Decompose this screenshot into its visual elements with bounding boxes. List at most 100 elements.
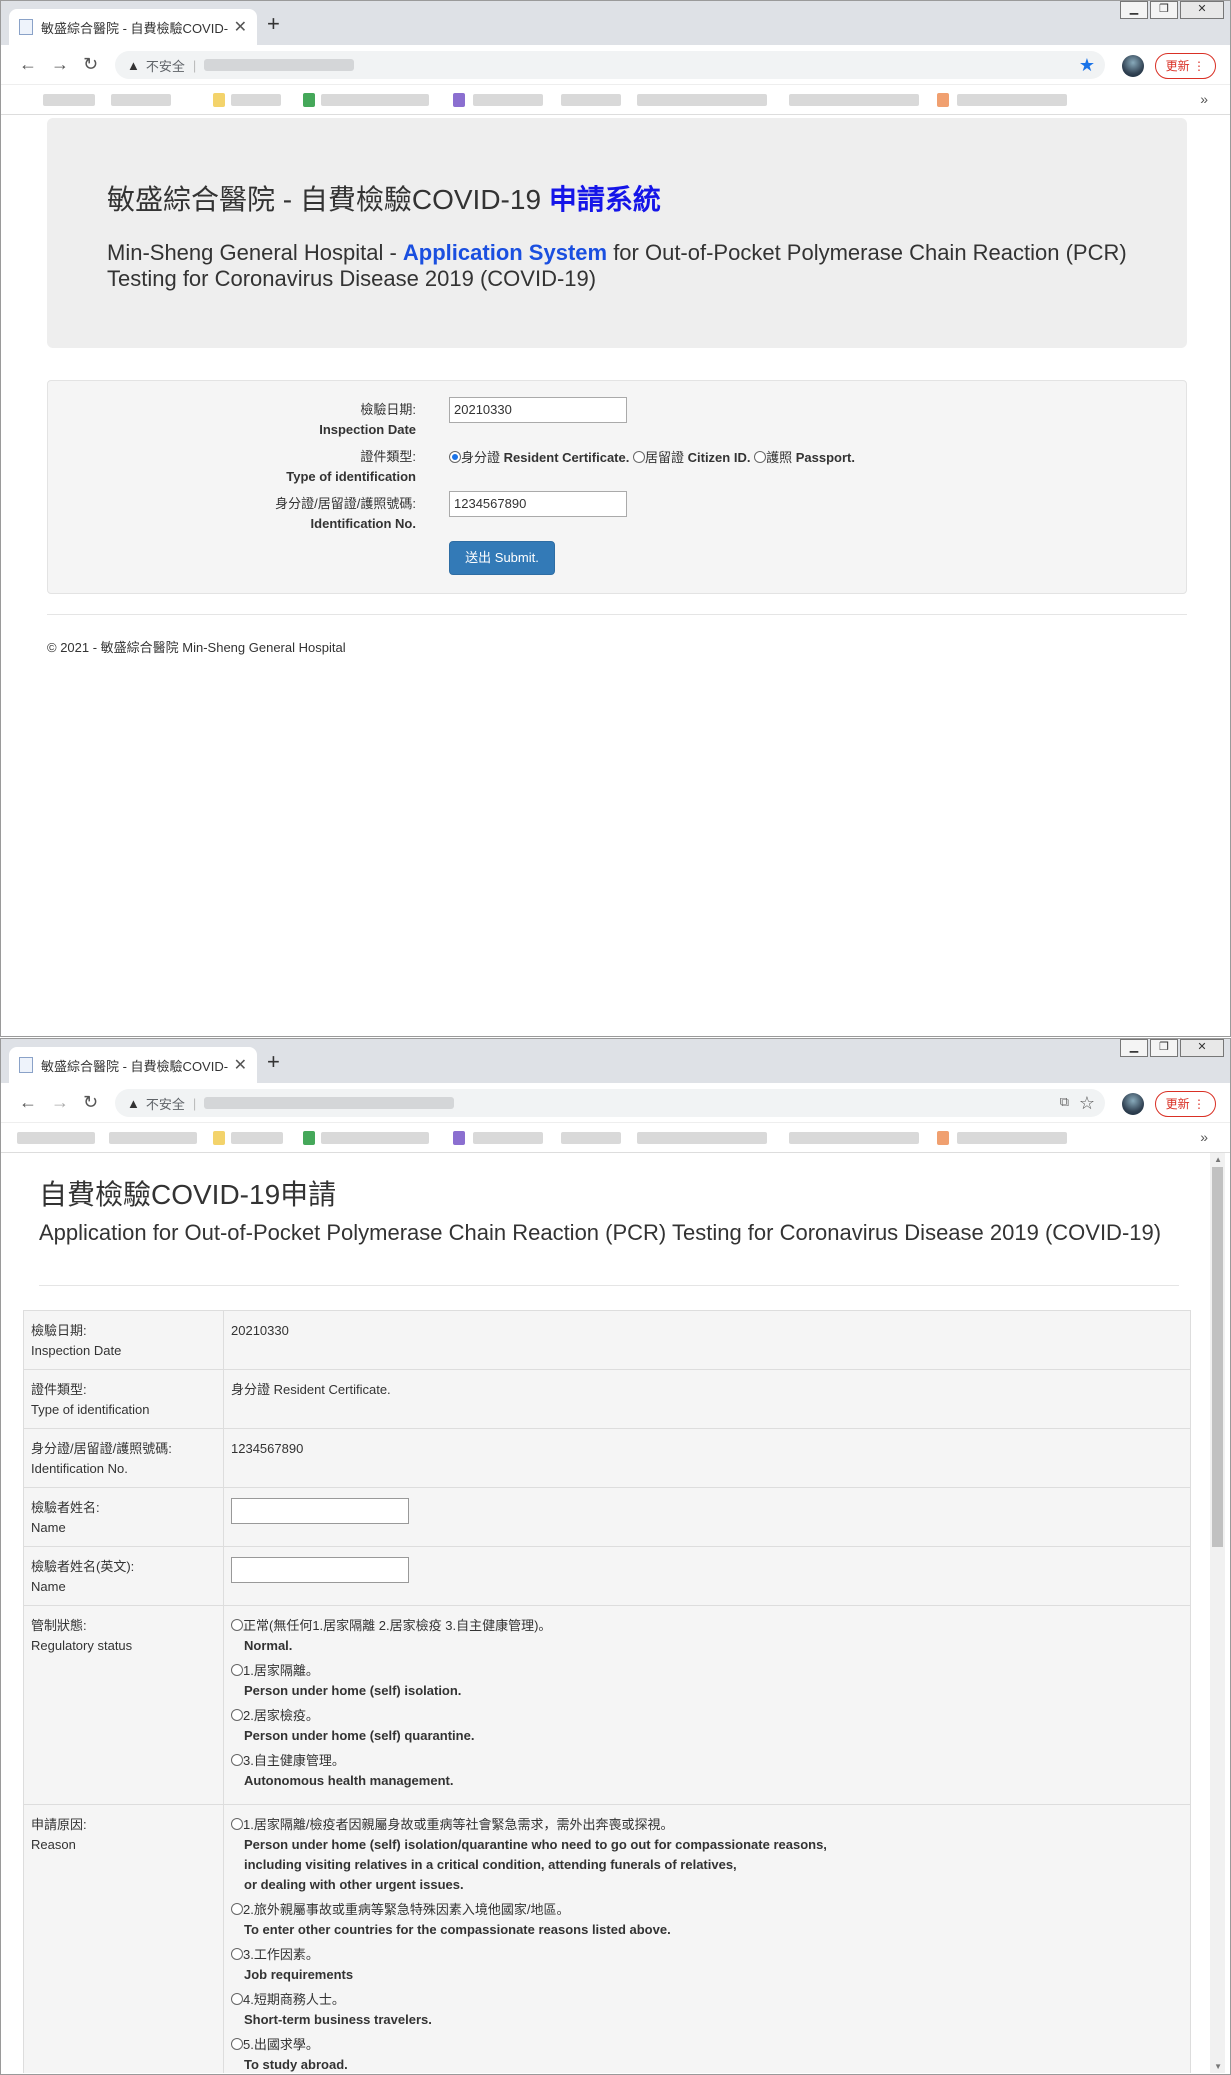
footer: © 2021 - 敏盛綜合醫院 Min-Sheng General Hospit… — [47, 640, 346, 655]
minimize-icon[interactable]: ▁ — [1120, 1039, 1148, 1057]
bookmarks-bar: » — [1, 1123, 1230, 1153]
option-zh: 2.居家檢疫。 — [243, 1708, 319, 1723]
bookmark-item[interactable] — [321, 1132, 429, 1144]
browser-tab[interactable]: 敏盛綜合醫院 - 自費檢驗COVID- ✕ — [9, 1047, 257, 1083]
bookmark-item[interactable] — [473, 94, 543, 106]
bookmark-item[interactable] — [109, 1132, 197, 1144]
close-tab-icon[interactable]: ✕ — [234, 17, 247, 37]
close-window-icon[interactable]: ✕ — [1180, 1, 1224, 19]
vertical-scrollbar[interactable]: ▲ ▼ — [1210, 1153, 1225, 2073]
name-en-label-en: Name — [31, 1579, 66, 1594]
idno-input[interactable]: 1234567890 — [449, 491, 627, 517]
radio-reason-5[interactable] — [231, 2038, 243, 2050]
date-input[interactable]: 20210330 — [449, 397, 627, 423]
row-label: 證件類型: Type of identification — [23, 1369, 224, 1429]
address-separator: | — [192, 1095, 197, 1111]
window-controls: ▁ ❐ ✕ — [1118, 1039, 1224, 1057]
radio-citizen[interactable] — [632, 451, 645, 463]
bookmark-item[interactable] — [43, 94, 95, 106]
bookmark-item[interactable] — [111, 94, 171, 106]
regulatory-option: 正常(無任何1.居家隔離 2.居家檢疫 3.自主健康管理)。 Normal. — [231, 1616, 1184, 1656]
reload-icon[interactable]: ↻ — [83, 53, 98, 75]
address-bar[interactable]: ▲ 不安全 | ⧉ ☆ — [115, 1089, 1105, 1117]
security-label: 不安全 — [145, 1096, 185, 1112]
radio-passport[interactable] — [754, 451, 767, 463]
reason-option: 5.出國求學。 To study abroad. — [231, 2035, 1184, 2073]
reason-option: 1.居家隔離/檢疫者因親屬身故或重病等社會緊急需求，需外出奔喪或探視。 Perso… — [231, 1815, 1184, 1895]
radio-isolation[interactable] — [231, 1664, 243, 1676]
page-content: 自費檢驗COVID-19申請 Application for Out-of-Po… — [6, 1153, 1225, 2073]
radio-normal[interactable] — [231, 1619, 243, 1631]
radio-reason-4[interactable] — [231, 1993, 243, 2005]
maximize-icon[interactable]: ❐ — [1150, 1039, 1178, 1057]
date-label-zh: 檢驗日期: — [360, 402, 416, 417]
scroll-down-icon[interactable]: ▼ — [1214, 2062, 1222, 2071]
bookmark-item[interactable] — [473, 1132, 543, 1144]
address-bar[interactable]: ▲ 不安全 | ★ — [115, 51, 1105, 79]
forward-icon[interactable]: → — [51, 53, 69, 75]
profile-avatar[interactable] — [1122, 1093, 1144, 1115]
bookmark-item[interactable] — [231, 94, 281, 106]
browser-toolbar: ← → ↻ ▲ 不安全 | ⧉ ☆ 更新 ⋮ — [1, 1083, 1230, 1123]
bookmark-item[interactable] — [561, 1132, 621, 1144]
idtype-radio-group: 身分證 Resident Certificate. 居留證 Citizen ID… — [449, 447, 855, 466]
bookmark-item[interactable] — [789, 94, 919, 106]
radio-reason-3[interactable] — [231, 1948, 243, 1960]
table-row: 管制狀態: Regulatory status 正常(無任何1.居家隔離 2.居家… — [23, 1605, 1191, 1805]
divider — [47, 614, 1187, 615]
more-bookmarks-icon[interactable]: » — [1200, 91, 1208, 107]
back-icon[interactable]: ← — [19, 53, 37, 75]
bookmark-item[interactable] — [957, 1132, 1067, 1144]
name-en-label-zh: 檢驗者姓名(英文): — [31, 1559, 135, 1574]
browser-tab[interactable]: 敏盛綜合醫院 - 自費檢驗COVID- ✕ — [9, 9, 257, 45]
opt-resident-en: Resident Certificate. — [503, 450, 630, 465]
radio-reason-2[interactable] — [231, 1903, 243, 1915]
bookmark-item[interactable] — [789, 1132, 919, 1144]
folder-icon — [213, 1131, 225, 1145]
reload-icon[interactable]: ↻ — [83, 1091, 98, 1113]
page-favicon-icon — [19, 19, 33, 35]
scroll-up-icon[interactable]: ▲ — [1214, 1155, 1222, 1164]
warning-icon: ▲ — [127, 1095, 140, 1111]
bookmark-star-icon[interactable]: ☆ — [1079, 1093, 1095, 1114]
close-window-icon[interactable]: ✕ — [1180, 1039, 1224, 1057]
submit-button[interactable]: 送出 Submit. — [449, 541, 555, 575]
new-tab-icon[interactable]: + — [267, 1051, 280, 1073]
minimize-icon[interactable]: ▁ — [1120, 1, 1148, 19]
bookmark-item[interactable] — [561, 94, 621, 106]
option-en-line: Person under home (self) isolation/quara… — [244, 1837, 827, 1852]
sheet-icon — [303, 1131, 315, 1145]
bookmark-item[interactable] — [321, 94, 429, 106]
regulatory-option: 3.自主健康管理。 Autonomous health management. — [231, 1751, 1184, 1791]
name-en-input[interactable] — [231, 1557, 409, 1583]
radio-resident[interactable] — [449, 451, 461, 463]
date-value: 20210330 — [223, 1310, 1191, 1370]
table-row: 檢驗者姓名(英文): Name — [23, 1546, 1191, 1606]
back-icon[interactable]: ← — [19, 1091, 37, 1113]
maximize-icon[interactable]: ❐ — [1150, 1, 1178, 19]
bookmark-star-icon[interactable]: ★ — [1079, 55, 1095, 76]
forward-icon[interactable]: → — [51, 1091, 69, 1113]
more-bookmarks-icon[interactable]: » — [1200, 1129, 1208, 1145]
bookmark-item[interactable] — [957, 94, 1067, 106]
bookmark-item[interactable] — [637, 94, 767, 106]
name-input[interactable] — [231, 1498, 409, 1524]
table-row: 身分證/居留證/護照號碼: Identification No. 12345678… — [23, 1428, 1191, 1488]
close-tab-icon[interactable]: ✕ — [234, 1055, 247, 1075]
table-row: 檢驗者姓名: Name — [23, 1487, 1191, 1547]
bookmark-icon — [937, 93, 949, 107]
bookmark-item[interactable] — [637, 1132, 767, 1144]
translate-icon[interactable]: ⧉ — [1060, 1094, 1069, 1110]
update-button[interactable]: 更新 ⋮ — [1154, 53, 1216, 79]
bookmark-item[interactable] — [17, 1132, 95, 1144]
new-tab-icon[interactable]: + — [267, 13, 280, 35]
bookmark-item[interactable] — [231, 1132, 283, 1144]
radio-quarantine[interactable] — [231, 1709, 243, 1721]
radio-health-management[interactable] — [231, 1754, 243, 1766]
scrollbar-thumb[interactable] — [1212, 1167, 1223, 1547]
title-highlight: 申請系統 — [548, 184, 661, 215]
radio-reason-1[interactable] — [231, 1818, 243, 1830]
option-en: Normal. — [244, 1638, 293, 1653]
profile-avatar[interactable] — [1122, 55, 1144, 77]
update-button[interactable]: 更新 ⋮ — [1154, 1091, 1216, 1117]
